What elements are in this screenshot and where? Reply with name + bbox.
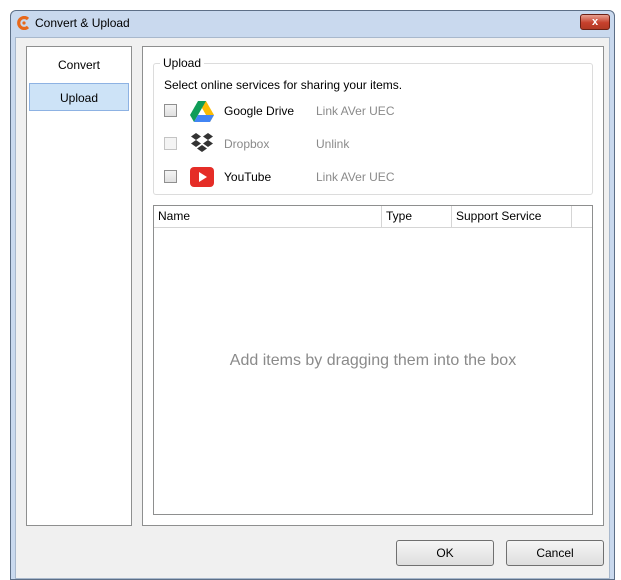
google-drive-checkbox[interactable]	[164, 104, 177, 117]
google-drive-label: Google Drive	[224, 104, 295, 118]
window-title: Convert & Upload	[35, 16, 130, 30]
upload-panel: Upload Select online services for sharin…	[142, 46, 604, 526]
dropbox-icon	[191, 133, 213, 152]
app-logo-icon	[17, 16, 30, 30]
service-row-youtube: YouTube Link AVer UEC	[164, 164, 584, 190]
upload-items-list[interactable]: Name Type Support Service Add items by d…	[153, 205, 593, 515]
dialog-client: Convert Upload Upload Select online serv…	[15, 37, 610, 579]
ok-button[interactable]: OK	[396, 540, 494, 566]
close-icon: x	[591, 16, 599, 28]
dropbox-label: Dropbox	[224, 137, 270, 151]
google-drive-link[interactable]: Link AVer UEC	[316, 104, 394, 118]
service-row-dropbox: Dropbox Unlink	[164, 131, 584, 157]
youtube-icon	[190, 167, 214, 187]
dialog-window: Convert & Upload x Convert Upload Upload…	[10, 10, 615, 580]
youtube-link[interactable]: Link AVer UEC	[316, 170, 394, 184]
title-bar[interactable]: Convert & Upload x	[11, 11, 614, 35]
empty-list-hint: Add items by dragging them into the box	[229, 352, 517, 369]
youtube-checkbox[interactable]	[164, 170, 177, 183]
column-support-service[interactable]: Support Service	[452, 206, 572, 227]
column-name[interactable]: Name	[154, 206, 382, 227]
upload-groupbox: Upload Select online services for sharin…	[153, 56, 593, 195]
sidebar-item-convert[interactable]: Convert	[29, 51, 129, 79]
upload-description: Select online services for sharing your …	[164, 78, 403, 92]
close-button[interactable]: x	[580, 14, 610, 30]
sidebar-item-upload[interactable]: Upload	[29, 83, 129, 111]
cancel-button[interactable]: Cancel	[506, 540, 604, 566]
column-type[interactable]: Type	[382, 206, 452, 227]
upload-group-label: Upload	[160, 56, 205, 70]
service-row-google-drive: Google Drive Link AVer UEC	[164, 98, 584, 124]
youtube-label: YouTube	[224, 170, 272, 184]
list-header: Name Type Support Service	[154, 206, 592, 228]
dropbox-checkbox[interactable]	[164, 137, 177, 150]
sidebar: Convert Upload	[26, 46, 132, 526]
dropbox-unlink-link[interactable]: Unlink	[316, 137, 349, 151]
google-drive-icon	[190, 101, 214, 122]
